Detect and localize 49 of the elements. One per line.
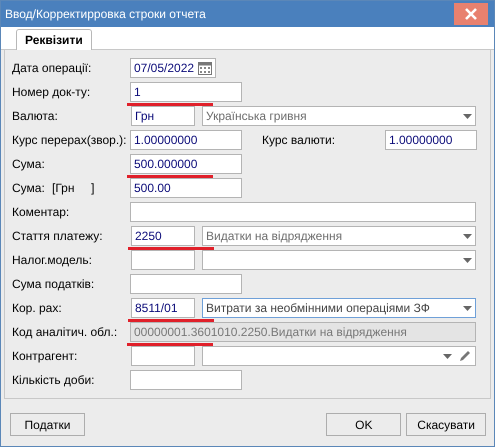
code-field[interactable]: 2250: [131, 226, 195, 246]
code-field[interactable]: [131, 346, 195, 366]
input-field[interactable]: 500.000000: [130, 154, 242, 174]
input-field[interactable]: 500.00: [130, 178, 242, 198]
field-label: Сума:: [12, 157, 46, 171]
close-icon: [464, 7, 478, 21]
dropdown-field[interactable]: Українська гривня: [202, 106, 476, 126]
pencil-icon[interactable]: [458, 349, 472, 363]
date-field[interactable]: 07/05/2022: [130, 58, 216, 78]
code-field[interactable]: [131, 250, 195, 270]
code-field[interactable]: Грн: [131, 106, 195, 126]
dropdown-field[interactable]: Витрати за необмінними операціями ЗФ: [202, 298, 476, 318]
field-label: Курс валюти:: [261, 133, 336, 147]
dropdown-arrow-icon: [463, 234, 472, 238]
calendar-icon[interactable]: [198, 61, 212, 75]
field-label: Сума:: [12, 181, 46, 195]
field-label: Стаття платежу:: [12, 229, 104, 243]
input-field[interactable]: [130, 202, 476, 222]
close-button[interactable]: [454, 3, 488, 25]
cancel-button[interactable]: Скасувати: [406, 413, 486, 436]
dropdown-field[interactable]: [202, 346, 476, 366]
input-field[interactable]: [130, 274, 242, 294]
field-label: Коментар:: [12, 205, 70, 219]
dropdown-arrow-icon: [463, 306, 472, 310]
field-label: Код аналітич. обл.:: [12, 325, 118, 339]
currency-label: [Грн ]: [52, 181, 96, 195]
input-field[interactable]: [130, 370, 242, 390]
ok-button[interactable]: OK: [326, 413, 402, 436]
field-label: Валюта:: [12, 109, 59, 123]
field-label: Кор. рах:: [12, 301, 63, 315]
field-label: Курс перерах(звор.):: [12, 133, 128, 147]
dropdown-arrow-icon: [443, 354, 452, 358]
field-label: Контрагент:: [12, 349, 78, 363]
field-label: Налог.модель:: [12, 253, 93, 267]
window-title: Ввод/Корректирровка строки отчета: [5, 7, 207, 21]
input-field[interactable]: 1.00000000: [385, 130, 477, 150]
tab[interactable]: Реквізити: [16, 29, 92, 50]
dropdown-arrow-icon: [463, 114, 472, 118]
taxes-button[interactable]: Податки: [10, 413, 85, 436]
input-field[interactable]: 1.00000000: [130, 130, 242, 150]
input-field[interactable]: 1: [130, 82, 242, 102]
field-label: Кількість доби:: [12, 373, 96, 387]
dropdown-arrow-icon: [463, 258, 472, 262]
code-field[interactable]: 8511/01: [131, 298, 195, 318]
field-label: Сума податків:: [12, 277, 96, 291]
dropdown-field[interactable]: Видатки на відрядження: [202, 226, 476, 246]
dropdown-field[interactable]: [202, 250, 476, 270]
field-label: Номер док-ту:: [12, 85, 92, 99]
field-label: Дата операції:: [12, 61, 92, 75]
